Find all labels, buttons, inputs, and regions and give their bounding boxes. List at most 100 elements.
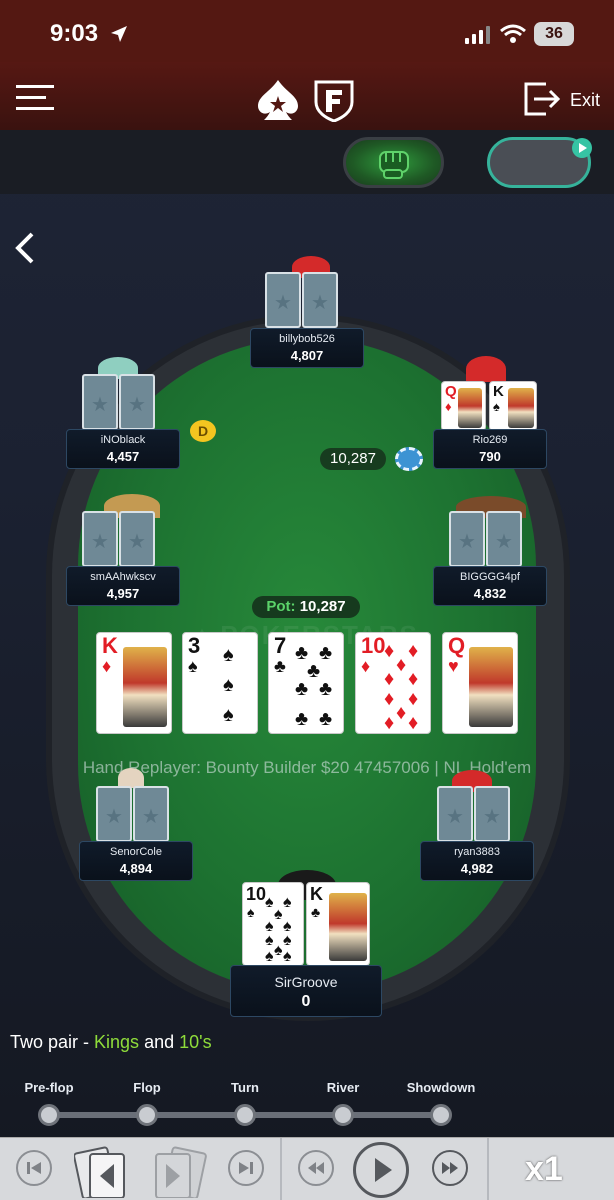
wifi-icon [500,24,526,43]
player-seat-BIGGGG4pf[interactable]: BIGGGG4pf 4,832 [433,566,547,606]
card-pip: ♠ [265,894,274,911]
hero-card-king-clubs: K ♣ [306,882,370,966]
card-suit: ♦ [102,656,112,676]
card-pip: ♠ [223,674,234,696]
battery-indicator: 36 [534,22,574,46]
card-pip: ♠ [283,894,292,911]
card-pip: ♦ [384,640,395,662]
player-seat-billybob526[interactable]: billybob526 4,807 [250,328,364,368]
player-stack: 4,982 [460,861,494,876]
board-card-king-diamonds: K ♦ [96,632,172,734]
app-header: Exit [0,62,614,130]
hand-description-middle: and [139,1032,180,1052]
player-stack: 4,957 [106,586,140,601]
player-avatar-rabbit-ears [118,768,144,788]
card-pip: ♦ [408,712,419,734]
timeline-step-flop[interactable] [136,1104,158,1126]
play-badge-icon [572,138,592,158]
cards-forward-icon [155,1146,207,1200]
card-pip: ♦ [384,668,395,690]
hand-description-second: 10's [179,1032,212,1052]
cards-back-icon [73,1146,125,1200]
skip-to-start-button[interactable] [16,1150,52,1186]
player-name: SenorCole [110,846,162,858]
player-name: SirGroove [274,974,338,990]
player-seat-Rio269[interactable]: Rio269 790 [433,429,547,469]
hole-card-back [437,786,473,842]
emote-button[interactable] [343,137,444,188]
card-pip: ♦ [408,640,419,662]
card-pip: ♦ [384,688,395,710]
play-icon [375,1158,392,1182]
hand-replayer-screen: 9:03 36 Exit ♠ POKERSTARS billybob526 4,… [0,0,614,1200]
step-forward-button[interactable] [432,1150,468,1186]
exit-icon[interactable] [524,82,562,116]
king-portrait [329,893,367,961]
timeline-step-showdown[interactable] [430,1104,452,1126]
phase-label-showdown: Showdown [406,1080,476,1095]
phase-label-turn: Turn [231,1080,259,1095]
card-pip: ♣ [319,642,333,664]
card-pip: ♠ [274,942,283,959]
timeline-step-preflop[interactable] [38,1104,60,1126]
status-time: 9:03 [50,20,99,47]
hole-card-back [265,272,301,328]
player-name: smAAhwkscv [90,571,156,583]
fast-forward-icon [442,1162,458,1174]
rio-card-queen-diamonds: Q ♦ [441,381,486,431]
timeline-step-turn[interactable] [234,1104,256,1126]
hero-card-ten-spades: 10 ♠ ♠ ♠ ♠ ♠ ♠ ♠ ♠ ♠ ♠ ♠ [242,882,304,966]
board-card-seven-clubs: 7 ♣ ♣ ♣ ♣ ♣ ♣ ♣ ♣ [268,632,344,734]
card-rank: 10 [246,884,267,904]
hole-card-back [119,511,155,567]
signal-icon [465,26,490,44]
player-hat-red [466,356,506,382]
exit-button[interactable]: Exit [570,90,600,111]
player-seat-smAAhwkscv[interactable]: smAAhwkscv 4,957 [66,566,180,606]
hamburger-menu-icon[interactable] [16,84,54,112]
timeline-step-river[interactable] [332,1104,354,1126]
playback-speed-button[interactable]: x1 [525,1150,563,1189]
hole-card-back [82,374,118,430]
player-stack: 4,894 [119,861,153,876]
player-seat-iNOblack[interactable]: iNOblack 4,457 [66,429,180,469]
hand-description-prefix: Two pair - [10,1032,95,1052]
card-suit: ♥ [448,656,459,676]
bet-amount: 10,287 [320,448,386,470]
play-button[interactable] [353,1142,409,1198]
step-back-button[interactable] [298,1150,334,1186]
card-rank: K [310,884,323,904]
king-portrait [508,388,534,428]
card-rank: K [493,383,504,400]
previous-hand-button[interactable] [73,1146,132,1200]
card-pip: ♠ [274,906,283,923]
player-seat-SirGroove[interactable]: SirGroove 0 [230,965,382,1017]
phase-label-flop: Flop [133,1080,161,1095]
player-seat-ryan3883[interactable]: ryan3883 4,982 [420,841,534,881]
pokerstars-logo-icon [258,80,298,120]
chip-stack-icon [395,447,423,471]
card-pip: ♦ [408,668,419,690]
hand-description-first: Kings [94,1032,140,1052]
card-pip: ♠ [223,704,234,726]
rio-card-king-spades: K ♠ [489,381,537,431]
card-suit: ♦ [361,656,371,676]
player-seat-SenorCole[interactable]: SenorCole 4,894 [79,841,193,881]
player-stack: 4,457 [106,449,140,464]
controls-divider [280,1138,282,1200]
back-arrow-icon[interactable] [12,232,36,264]
pot-display: Pot: 10,287 [252,596,360,618]
hole-card-back [96,786,132,842]
skip-to-end-button[interactable] [228,1150,264,1186]
next-hand-button[interactable] [150,1146,208,1200]
board-card-queen-hearts: Q ♥ [442,632,518,734]
hole-card-back [133,786,169,842]
phase-label-river: River [326,1080,360,1095]
card-pip: ♣ [319,678,333,700]
player-name: BIGGGG4pf [460,571,520,583]
hole-card-back [486,511,522,567]
card-rank: K [102,633,118,658]
card-pip: ♣ [295,708,309,730]
player-name: billybob526 [279,333,335,345]
card-pip: ♠ [223,644,234,666]
